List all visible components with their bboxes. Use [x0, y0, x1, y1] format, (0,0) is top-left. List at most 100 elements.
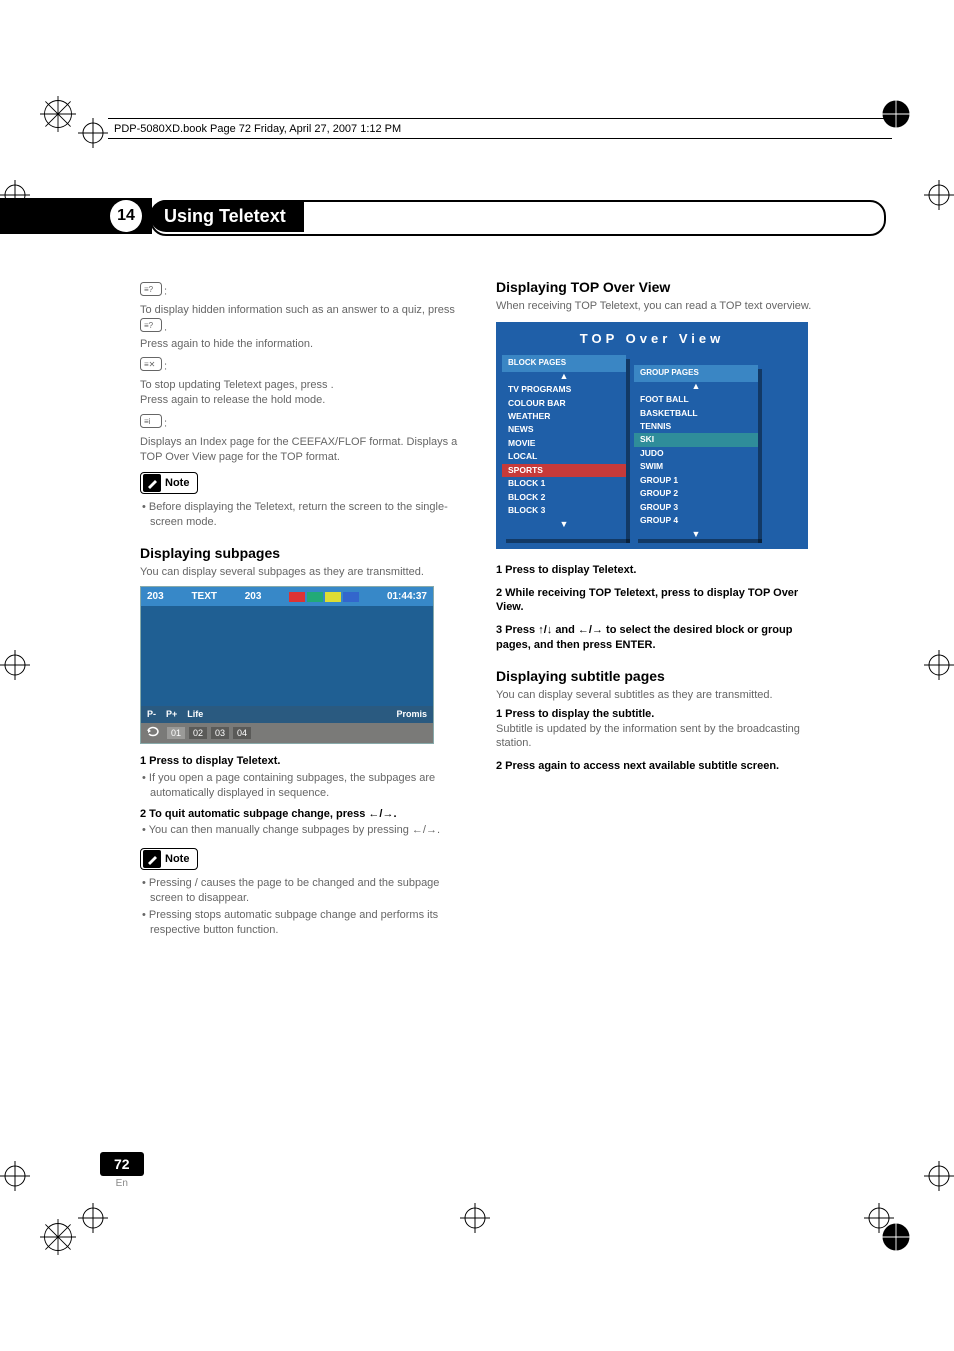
up-arrow-icon: ▲ — [634, 382, 758, 391]
topview-heading: Displaying TOP Over View — [496, 278, 824, 297]
subtitle-intro: You can display several subtitles as the… — [496, 688, 824, 703]
ttx-text-label: TEXT — [191, 590, 217, 604]
block-list-item: LOCAL — [502, 450, 626, 463]
svg-text:≡?: ≡? — [144, 321, 154, 330]
ttx-color-box — [307, 592, 323, 602]
svg-text:≡✕: ≡✕ — [144, 360, 155, 369]
teletext-index-icon: ≡i — [140, 414, 162, 433]
ttx-time: 01:44:37 — [387, 590, 427, 604]
block-list-item: COLOUR BAR — [502, 397, 626, 410]
block-list-item: SPORTS — [502, 464, 626, 477]
top-overview-title: TOP Over View — [502, 330, 802, 348]
block-list-item: WEATHER — [502, 410, 626, 423]
chapter-title: Using Teletext — [150, 200, 304, 232]
note-badge: Note — [140, 848, 198, 870]
teletext-reveal-icon: ≡? — [140, 318, 162, 337]
teletext-screen-mock: 203 TEXT 203 01:44:37 P- P+ Life Promis — [140, 586, 434, 744]
group-list-item: JUDO — [634, 447, 758, 460]
topview-intro: When receiving TOP Teletext, you can rea… — [496, 299, 824, 314]
svg-text:≡i: ≡i — [144, 417, 151, 426]
reg-mark-icon — [924, 1161, 954, 1191]
block-list-item: BLOCK 1 — [502, 477, 626, 490]
block-list-item: BLOCK 2 — [502, 491, 626, 504]
teletext-reveal-icon: ≡? — [140, 282, 162, 301]
subpages-step1-sub: If you open a page containing subpages, … — [140, 771, 468, 801]
note-label: Note — [165, 852, 189, 867]
reveal-desc: To display hidden information such as an… — [140, 303, 468, 337]
ttx-subpage: 02 — [189, 727, 207, 739]
subtitle-step2: 2 Press again to access next available s… — [496, 759, 824, 774]
subpages-intro: You can display several subpages as they… — [140, 565, 468, 580]
ttx-footer-item: Promis — [396, 708, 427, 720]
ttx-color-box — [343, 592, 359, 602]
group-pages-head: GROUP PAGES — [634, 365, 758, 382]
ttx-page-mid: 203 — [245, 590, 262, 604]
group-list-item: GROUP 4 — [634, 514, 758, 527]
group-list-item: TENNIS — [634, 420, 758, 433]
top-overview-panel: TOP Over View BLOCK PAGES ▲ TV PROGRAMSC… — [496, 322, 808, 549]
group-list-item: GROUP 3 — [634, 501, 758, 514]
group-list-item: GROUP 2 — [634, 487, 758, 500]
subpages-step2-sub: You can then manually change subpages by… — [140, 823, 468, 838]
header-path: PDP-5080XD.book Page 72 Friday, April 27… — [108, 118, 892, 139]
ttx-color-box — [289, 592, 305, 602]
reg-mark-icon — [924, 180, 954, 210]
subpages-note-b: Pressing stops automatic subpage change … — [140, 908, 468, 938]
svg-text:≡?: ≡? — [144, 285, 154, 294]
hold-again: Press again to release the hold mode. — [140, 393, 468, 408]
reg-mark-icon — [0, 650, 30, 680]
chapter-bar: 14 Using Teletext — [0, 198, 886, 234]
page-footer: 72 En — [100, 1152, 144, 1189]
page-lang: En — [100, 1178, 144, 1189]
left-column: ≡? : To display hidden information such … — [140, 278, 468, 940]
ttx-subpage-row: 01 02 03 04 — [141, 723, 433, 744]
right-column: Displaying TOP Over View When receiving … — [496, 278, 824, 940]
page-number: 72 — [100, 1152, 144, 1176]
group-list-item: SWIM — [634, 460, 758, 473]
group-list-item: BASKETBALL — [634, 407, 758, 420]
topview-step3: 3 Press ↑/↓ and ←/→ to select the desire… — [496, 623, 824, 653]
subpages-note-a: Pressing / causes the page to be changed… — [140, 876, 468, 906]
block-list-item: BLOCK 3 — [502, 504, 626, 517]
subpages-step2: 2 To quit automatic subpage change, pres… — [140, 807, 468, 822]
reg-mark-icon — [864, 1203, 894, 1233]
ttx-subpage: 03 — [211, 727, 229, 739]
chapter-number: 14 — [110, 200, 142, 232]
ttx-footer-row: P- P+ Life Promis — [141, 706, 433, 722]
ttx-footer-item: P- — [147, 708, 156, 720]
note-badge: Note — [140, 472, 198, 494]
group-list-item: GROUP 1 — [634, 474, 758, 487]
ttx-footer-item: Life — [187, 708, 203, 720]
subpage-cycle-icon — [145, 725, 163, 742]
down-arrow-icon: ▼ — [502, 520, 626, 529]
block-list-item: NEWS — [502, 423, 626, 436]
subpages-heading: Displaying subpages — [140, 544, 468, 563]
group-list-item: FOOT BALL — [634, 393, 758, 406]
note-label: Note — [165, 476, 189, 491]
block-list-item: TV PROGRAMS — [502, 383, 626, 396]
ttx-subpage: 04 — [233, 727, 251, 739]
hold-desc: To stop updating Teletext pages, press . — [140, 378, 468, 393]
group-pages-panel: GROUP PAGES ▲ FOOT BALLBASKETBALLTENNIS S… — [634, 365, 758, 538]
reveal-again: Press again to hide the information. — [140, 337, 468, 352]
reg-mark-icon — [460, 1203, 490, 1233]
print-corner-bl — [40, 1219, 76, 1255]
block-pages-head: BLOCK PAGES — [502, 355, 626, 372]
index-desc: Displays an Index page for the CEEFAX/FL… — [140, 435, 468, 465]
block-list-item: MOVIE — [502, 437, 626, 450]
note-text: Before displaying the Teletext, return t… — [140, 500, 468, 530]
pencil-icon — [143, 850, 161, 868]
topview-step2: 2 While receiving TOP Teletext, press to… — [496, 586, 824, 616]
up-arrow-icon: ▲ — [502, 372, 626, 381]
topview-step1: 1 Press to display Teletext. — [496, 563, 824, 578]
ttx-subpage: 01 — [167, 727, 185, 739]
print-corner-tl — [40, 96, 76, 132]
reg-mark-icon — [78, 1203, 108, 1233]
teletext-hold-icon: ≡✕ — [140, 357, 162, 376]
reg-mark-icon — [924, 650, 954, 680]
subtitle-step1-sub: Subtitle is updated by the information s… — [496, 722, 824, 752]
down-arrow-icon: ▼ — [634, 530, 758, 539]
subpages-step1: 1 Press to display Teletext. — [140, 754, 468, 769]
ttx-color-boxes — [289, 592, 359, 602]
reg-mark-icon — [78, 118, 108, 148]
